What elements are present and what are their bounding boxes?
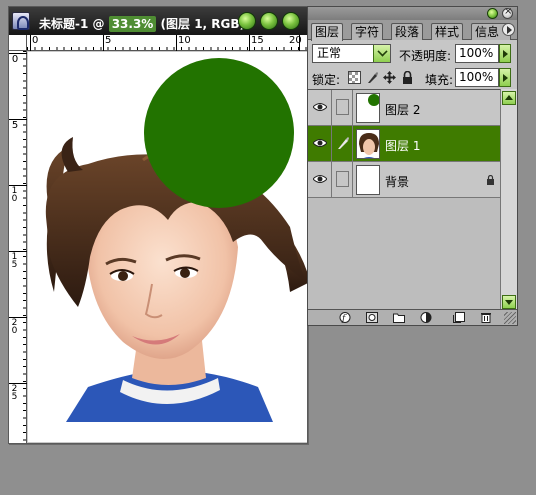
fill-label: 填充: <box>425 73 454 87</box>
eye-icon <box>313 103 327 111</box>
ruler-label: 20 <box>289 35 302 46</box>
chevron-down-icon[interactable] <box>373 45 390 62</box>
new-group-icon[interactable] <box>393 312 405 323</box>
blend-mode-select[interactable]: 正常 <box>312 44 391 63</box>
resize-grip[interactable] <box>504 312 516 324</box>
ruler-label: 15 <box>251 35 264 46</box>
layers-palette[interactable]: 图层 字符 段落 样式 信息 正常 不透明度: 100% 锁定: <box>307 6 518 326</box>
palette-close-button[interactable] <box>502 6 513 19</box>
lock-icon <box>487 175 494 185</box>
tab-styles[interactable]: 样式 <box>431 23 464 40</box>
paintbrush-icon <box>338 137 349 149</box>
eye-icon <box>313 175 327 183</box>
photoshop-doc-icon <box>12 12 30 30</box>
layer-name: 图层 2 <box>385 103 421 117</box>
tab-paragraph[interactable]: 段落 <box>391 23 424 40</box>
vertical-ruler[interactable]: 0 5 10 15 20 25 <box>9 51 27 443</box>
ruler-label: 25 <box>11 384 18 402</box>
lock-paint-brush-icon[interactable] <box>366 71 379 84</box>
lock-all-icon[interactable] <box>401 71 414 84</box>
horizontal-ruler[interactable]: 0 5 10 15 20 <box>27 35 307 51</box>
lock-move-icon[interactable] <box>383 71 396 84</box>
layer-row-layer-2[interactable]: 图层 2 <box>308 90 500 126</box>
palette-tabs: 图层 字符 段落 样式 信息 <box>308 20 517 41</box>
tab-layers[interactable]: 图层 <box>311 23 344 41</box>
layer-row-layer-1[interactable]: 图层 1 <box>308 126 500 162</box>
layer-row-background[interactable]: 背景 <box>308 162 500 198</box>
adjustment-layer-icon[interactable] <box>420 312 432 323</box>
title-prefix: 未标题-1 @ <box>39 17 105 31</box>
new-layer-icon[interactable] <box>453 312 465 323</box>
blend-opacity-row: 正常 不透明度: 100% <box>308 43 517 65</box>
document-canvas[interactable] <box>28 52 307 442</box>
fill-field[interactable]: 100% <box>455 68 499 87</box>
ruler-label: 10 <box>178 35 191 46</box>
opacity-label: 不透明度: <box>399 49 452 63</box>
document-titlebar[interactable]: 未标题-1 @ 33.3% (图层 1, RGB) <box>9 7 307 35</box>
layer-thumbnail <box>356 93 380 123</box>
palette-minimize-button[interactable] <box>487 8 498 19</box>
tab-character[interactable]: 字符 <box>351 23 384 40</box>
eye-icon <box>313 139 327 147</box>
trash-icon[interactable] <box>480 312 492 323</box>
ruler-origin[interactable] <box>9 35 27 51</box>
layer-link-slot[interactable] <box>332 90 353 125</box>
palette-footer: f <box>308 309 517 325</box>
lock-fill-row: 锁定: 填充: 100% <box>308 67 517 89</box>
document-title: 未标题-1 @ 33.3% (图层 1, RGB) <box>39 15 245 32</box>
lock-label: 锁定: <box>312 73 341 87</box>
ruler-label: 10 <box>11 186 18 204</box>
lock-transparency-icon[interactable] <box>348 71 361 84</box>
ruler-label: 0 <box>32 35 39 46</box>
close-button[interactable] <box>282 12 300 30</box>
layer-name: 图层 1 <box>385 139 421 153</box>
layer-mask-icon[interactable] <box>366 312 378 323</box>
layer-edit-slot[interactable] <box>332 126 353 161</box>
layer-thumbnail <box>356 129 380 159</box>
ruler-label: 15 <box>11 252 18 270</box>
palette-menu-icon[interactable] <box>502 23 515 36</box>
minimize-button[interactable] <box>238 12 256 30</box>
scroll-up-button[interactable] <box>502 91 516 105</box>
ruler-label: 5 <box>105 35 112 46</box>
zoom-level: 33.3% <box>108 16 157 32</box>
layer-name: 背景 <box>385 175 410 189</box>
blend-mode-value: 正常 <box>317 46 342 60</box>
layer-list-scrollbar[interactable] <box>500 89 517 311</box>
ruler-label: 20 <box>11 318 18 336</box>
maximize-button[interactable] <box>260 12 278 30</box>
photo-layer-image <box>45 58 307 422</box>
scroll-down-button[interactable] <box>502 295 516 309</box>
layer-thumbnail <box>356 165 380 195</box>
layer-style-icon[interactable]: f <box>339 312 351 323</box>
ruler-label: 5 <box>11 120 19 131</box>
layer-list[interactable]: 图层 2 图层 1 背景 <box>308 89 500 311</box>
opacity-slider-button[interactable] <box>499 44 511 63</box>
ruler-label: 0 <box>11 54 19 65</box>
title-suffix: (图层 1, RGB) <box>160 17 246 31</box>
fill-slider-button[interactable] <box>499 68 511 87</box>
opacity-field[interactable]: 100% <box>455 44 499 63</box>
layer-link-slot[interactable] <box>332 162 353 197</box>
visibility-toggle[interactable] <box>308 126 332 161</box>
visibility-toggle[interactable] <box>308 90 332 125</box>
palette-titlebar[interactable] <box>308 6 517 20</box>
visibility-toggle[interactable] <box>308 162 332 197</box>
document-window[interactable]: 未标题-1 @ 33.3% (图层 1, RGB) 0 5 10 15 20 0… <box>8 6 308 444</box>
